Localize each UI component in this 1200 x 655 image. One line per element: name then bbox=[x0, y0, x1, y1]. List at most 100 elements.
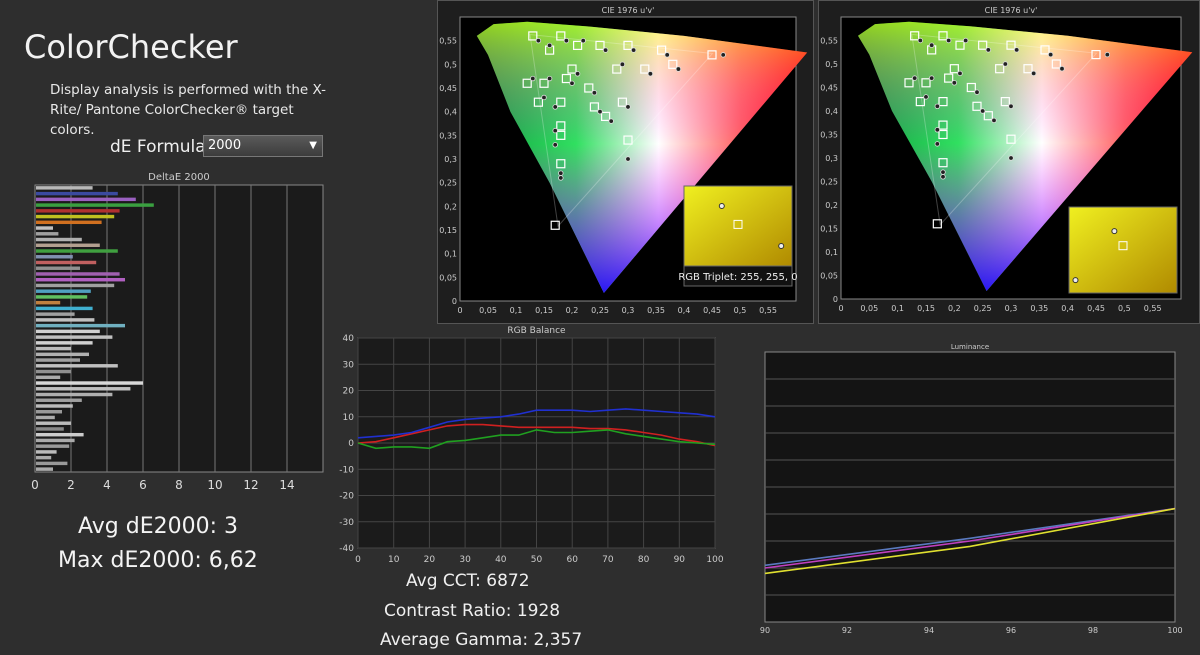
x-tick-label: 0,25 bbox=[591, 306, 609, 315]
chart-title: Luminance bbox=[951, 343, 989, 351]
measured-point bbox=[934, 141, 941, 147]
chart-title: CIE 1976 u'v' bbox=[985, 6, 1038, 15]
x-tick-label: 0,15 bbox=[535, 306, 553, 315]
x-tick-label: 0 bbox=[838, 304, 843, 313]
bar bbox=[36, 209, 120, 213]
x-tick-label: 0,45 bbox=[703, 306, 721, 315]
bar bbox=[36, 358, 80, 362]
measured-point bbox=[597, 108, 603, 115]
measured-point bbox=[928, 75, 935, 81]
measured-point bbox=[552, 127, 558, 134]
delta-e-chart: DeltaE 2000 0 2 4 6 8 10 12 14 bbox=[31, 172, 324, 492]
measured-point bbox=[541, 94, 547, 101]
x-tick-label: 60 bbox=[566, 555, 578, 565]
x-tick-label: 4 bbox=[103, 478, 111, 492]
y-tick-label: 0,05 bbox=[439, 273, 457, 282]
avg-cct-stat: Avg CCT: 6872 bbox=[406, 571, 530, 591]
bar bbox=[36, 266, 80, 270]
bar bbox=[36, 260, 97, 265]
x-tick-label: 0,5 bbox=[734, 306, 747, 315]
x-tick-label: 12 bbox=[243, 478, 258, 492]
y-tick-label: 0,35 bbox=[439, 131, 457, 140]
bar bbox=[36, 300, 61, 305]
bar bbox=[36, 341, 93, 345]
x-tick-label: 0 bbox=[457, 306, 462, 315]
cie-panel-left: CIE 1976 u'v' 0 0,05 0,1 0,15 0,2 0,25 0,3 0,35 0… bbox=[437, 0, 814, 324]
average-gamma-stat: Average Gamma: 2,357 bbox=[380, 630, 583, 650]
bar bbox=[36, 398, 82, 402]
y-tick-label: 0,3 bbox=[444, 155, 457, 164]
de-formula-value: 2000 bbox=[208, 138, 242, 153]
bar bbox=[36, 375, 61, 380]
de-formula-select[interactable]: 2000 ▼ bbox=[203, 135, 323, 157]
inset-point bbox=[718, 203, 725, 209]
y-tick-label: 0,5 bbox=[444, 60, 457, 69]
x-tick-label: 0,35 bbox=[1030, 304, 1048, 313]
bar bbox=[36, 197, 136, 202]
x-tick-label: 0,4 bbox=[678, 306, 691, 315]
measured-point bbox=[563, 37, 570, 44]
x-tick-label: 14 bbox=[279, 478, 294, 492]
bar bbox=[36, 427, 64, 431]
measured-point bbox=[720, 52, 726, 58]
y-tick-label: 0,4 bbox=[825, 107, 838, 116]
bar bbox=[36, 312, 75, 316]
x-tick-label: 94 bbox=[924, 626, 934, 635]
x-tick-label: 98 bbox=[1088, 626, 1098, 635]
bar bbox=[36, 364, 118, 368]
bar bbox=[36, 283, 115, 288]
measured-point bbox=[591, 90, 598, 96]
y-tick-label: 0,1 bbox=[825, 248, 838, 257]
y-tick-label: 0,25 bbox=[439, 179, 457, 188]
x-tick-label: 0,45 bbox=[1087, 304, 1105, 313]
bar bbox=[36, 289, 91, 293]
chart-title: DeltaE 2000 bbox=[148, 172, 210, 183]
measured-point bbox=[1013, 47, 1020, 53]
measured-point bbox=[552, 142, 558, 148]
bar bbox=[36, 392, 113, 397]
bar bbox=[36, 404, 73, 408]
bar bbox=[36, 467, 53, 471]
x-tick-label: 70 bbox=[602, 555, 614, 565]
x-tick-label: 90 bbox=[674, 555, 686, 565]
measured-point bbox=[923, 94, 929, 100]
measured-point bbox=[940, 174, 946, 180]
bar bbox=[36, 346, 71, 351]
measured-point bbox=[917, 37, 924, 44]
x-tick-label: 80 bbox=[638, 555, 650, 565]
x-tick-label: 0,25 bbox=[974, 304, 992, 313]
measured-point bbox=[1030, 70, 1037, 77]
y-tick-label: 0,55 bbox=[439, 37, 457, 46]
y-tick-label: 10 bbox=[343, 413, 355, 423]
zoom-inset bbox=[683, 185, 793, 267]
measured-point bbox=[630, 47, 637, 53]
page-title: ColorChecker bbox=[24, 28, 238, 66]
x-tick-label: 2 bbox=[67, 478, 75, 492]
measured-point bbox=[945, 37, 952, 44]
contrast-ratio-stat: Contrast Ratio: 1928 bbox=[384, 601, 561, 621]
y-tick-label: 0,45 bbox=[820, 84, 838, 93]
x-tick-label: 100 bbox=[1167, 626, 1182, 635]
y-tick-label: 0,15 bbox=[439, 226, 457, 235]
y-tick-label: 30 bbox=[343, 360, 355, 370]
y-tick-label: 0,3 bbox=[825, 154, 838, 163]
y-tick-label: 0,55 bbox=[820, 37, 838, 46]
measured-point bbox=[991, 117, 997, 124]
x-tick-label: 30 bbox=[459, 555, 471, 565]
x-tick-label: 0,55 bbox=[759, 306, 777, 315]
measured-point bbox=[1104, 51, 1111, 58]
measured-point bbox=[1002, 61, 1009, 67]
max-de-stat: Max dE2000: 6,62 bbox=[58, 548, 258, 573]
inset-point bbox=[1072, 277, 1079, 284]
bar bbox=[36, 329, 100, 334]
x-tick-label: 0,3 bbox=[622, 306, 635, 315]
bar bbox=[36, 323, 125, 328]
y-tick-label: 0,15 bbox=[820, 225, 838, 234]
cie-panel-right: CIE 1976 u'v' 0 0,05 0,1 0,15 0,2 0,25 0,3 0,35 0… bbox=[818, 0, 1200, 324]
bar bbox=[36, 432, 84, 437]
measured-point bbox=[957, 70, 963, 77]
bar bbox=[36, 415, 55, 420]
y-tick-label: 40 bbox=[343, 334, 355, 344]
measured-point bbox=[546, 75, 553, 82]
x-tick-label: 0,3 bbox=[1005, 304, 1018, 313]
